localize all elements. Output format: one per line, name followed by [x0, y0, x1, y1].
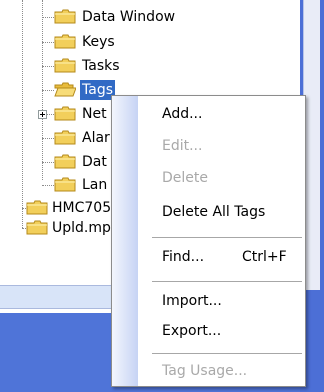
menu-item-tag-usage: Tag Usage... — [112, 355, 305, 387]
folder-icon — [54, 177, 76, 192]
menu-item-label: Delete All Tags — [162, 204, 266, 220]
menu-item-delete-all-tags[interactable]: Delete All Tags — [112, 196, 305, 228]
tree-item-label: Tags — [80, 80, 115, 100]
menu-separator — [152, 237, 302, 238]
menu-separator — [152, 281, 302, 282]
menu-item-label: Tag Usage... — [162, 363, 248, 379]
tree-item-label: Dat — [82, 154, 107, 170]
folder-icon — [54, 106, 76, 121]
menu-item-import[interactable]: Import... — [112, 285, 305, 317]
menu-item-label: Delete — [162, 170, 208, 186]
tree-item-label: Alar — [82, 130, 110, 146]
tree-line — [42, 162, 54, 163]
folder-icon — [54, 130, 76, 145]
tree-line — [22, 0, 23, 228]
menu-item-label: Edit... — [162, 138, 203, 154]
folder-icon — [54, 154, 76, 169]
menu-item-add[interactable]: Add... — [112, 98, 305, 130]
folder-icon — [26, 200, 48, 215]
menu-separator — [152, 353, 302, 354]
menu-item-edit: Edit... — [112, 130, 305, 162]
menu-item-label: Find... — [162, 249, 205, 265]
tree-line — [42, 185, 54, 186]
tree-item-label: Data Window — [82, 9, 176, 25]
menu-item-label: Export... — [162, 323, 222, 339]
menu-item-label: Add... — [162, 106, 203, 122]
folder-icon — [54, 58, 76, 73]
tree-line — [42, 138, 54, 139]
tree-item-label: Net — [82, 106, 107, 122]
context-menu: Add... Edit... Delete Delete All Tags Fi… — [111, 95, 306, 387]
menu-item-shortcut: Ctrl+F — [242, 249, 287, 265]
tree-line — [42, 66, 54, 67]
tree-line — [42, 17, 54, 18]
tree-item-label: Keys — [82, 34, 115, 50]
tree-item-label: HMC705 — [52, 200, 112, 216]
menu-item-find[interactable]: Find... Ctrl+F — [112, 241, 305, 273]
tree-line — [42, 90, 54, 91]
folder-icon — [26, 220, 48, 235]
tree-item-label: Lan — [82, 177, 108, 193]
tree-line — [42, 42, 54, 43]
open-folder-icon — [54, 82, 76, 97]
folder-icon — [54, 34, 76, 49]
expand-icon[interactable] — [38, 110, 47, 119]
menu-item-label: Import... — [162, 293, 222, 309]
folder-icon — [54, 9, 76, 24]
tree-item-label: Tasks — [82, 58, 120, 74]
tree-item-label: Upld.mp — [52, 220, 111, 236]
menu-item-export[interactable]: Export... — [112, 315, 305, 347]
menu-item-delete: Delete — [112, 162, 305, 194]
